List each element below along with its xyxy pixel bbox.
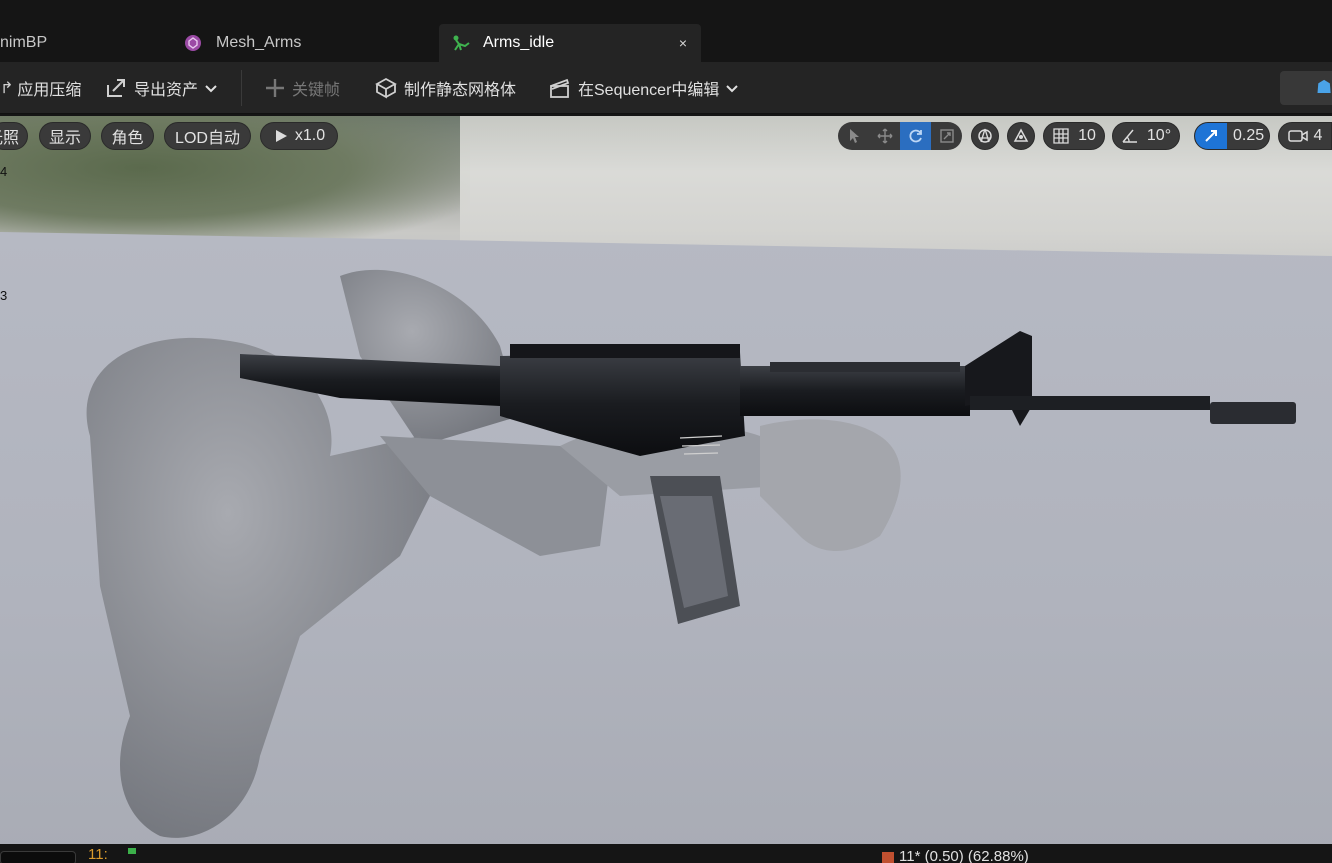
export-icon xyxy=(107,79,125,97)
lighting-label: 光照 xyxy=(0,130,19,147)
keyframe-button[interactable]: 关键帧 xyxy=(264,62,340,114)
select-tool-icon[interactable] xyxy=(838,122,869,150)
lod-label: LOD自动 xyxy=(175,130,240,147)
show-label: 显示 xyxy=(48,130,81,147)
world-space-icon xyxy=(978,128,992,143)
plus-icon xyxy=(266,79,284,97)
make-static-mesh-label: 制作静态网格体 xyxy=(404,82,517,99)
animation-sequence-icon xyxy=(451,34,470,52)
playhead-marker-icon[interactable] xyxy=(882,852,894,863)
skeleton-icon: ☗ xyxy=(1316,77,1332,97)
scale-snap-value: 0.25 xyxy=(1233,127,1265,144)
tab-arms-idle[interactable]: Arms_idle × xyxy=(439,24,701,62)
scale-snap-button[interactable]: 0.25 xyxy=(1194,122,1270,150)
surface-snap-button[interactable] xyxy=(1007,122,1035,150)
viewport-side-label: 4 xyxy=(0,164,8,179)
static-mesh-icon xyxy=(375,77,397,99)
persona-switch-button[interactable]: ☗ xyxy=(1280,71,1332,105)
surface-snap-icon xyxy=(1013,128,1029,142)
timeline-start-marker-icon xyxy=(128,848,136,854)
grid-icon xyxy=(1053,128,1069,144)
viewport-side-label: 3 xyxy=(0,288,8,303)
tab-label: Arms_idle xyxy=(483,34,555,51)
camera-speed-value: 4 xyxy=(1313,127,1323,144)
skeletal-mesh-icon xyxy=(184,34,202,52)
sequencer-clapper-icon xyxy=(550,78,570,98)
angle-icon xyxy=(1122,129,1137,143)
keyframe-label: 关键帧 xyxy=(292,82,341,99)
coordinate-space-button[interactable] xyxy=(971,122,999,150)
timeline-marker: 11: xyxy=(88,846,108,863)
close-icon[interactable]: × xyxy=(679,35,687,51)
chevron-down-icon xyxy=(726,85,739,93)
lod-menu-button[interactable]: LOD自动 xyxy=(164,122,251,150)
rotation-snap-value: 10° xyxy=(1146,127,1172,144)
tab-mesh-arms[interactable]: Mesh_Arms xyxy=(170,24,438,62)
toolbar-separator xyxy=(241,70,242,106)
playback-speed-value: x1.0 xyxy=(294,127,326,144)
timeline-field[interactable] xyxy=(0,851,76,863)
chevron-down-icon xyxy=(205,85,217,93)
apply-compression-label: 应用压缩 xyxy=(17,82,82,99)
show-menu-button[interactable]: 显示 xyxy=(39,122,91,150)
scale-tool-icon[interactable] xyxy=(931,122,962,150)
grid-snap-button[interactable]: 10 xyxy=(1043,122,1105,150)
translate-tool-icon[interactable] xyxy=(869,122,900,150)
grid-snap-value: 10 xyxy=(1078,127,1096,144)
export-asset-label: 导出资产 xyxy=(134,82,199,99)
lighting-menu-button[interactable]: 光照 xyxy=(0,122,28,150)
asset-toolbar: ↱ 应用压缩 导出资产 关键帧 制作静态网格体 在Sequencer中编辑 ☗ xyxy=(0,62,1332,114)
rotate-tool-icon[interactable] xyxy=(900,122,931,150)
timeline-bar: 11: 11* (0.50) (62.88%) xyxy=(0,844,1332,863)
edit-in-sequencer-button[interactable]: 在Sequencer中编辑 xyxy=(548,62,745,114)
arms-rifle-preview-image xyxy=(86,269,1296,838)
character-label: 角色 xyxy=(111,130,144,147)
camera-icon xyxy=(1287,130,1308,142)
export-asset-button[interactable]: 导出资产 xyxy=(104,62,224,114)
frame-readout: 11* (0.50) (62.88%) xyxy=(899,848,1029,863)
transform-tool-group xyxy=(838,122,962,150)
edit-in-sequencer-label: 在Sequencer中编辑 xyxy=(578,82,720,99)
rotation-snap-button[interactable]: 10° xyxy=(1112,122,1180,150)
scale-snap-icon xyxy=(1195,123,1227,149)
tab-label: nimBP xyxy=(0,34,48,51)
tab-strip: nimBP Mesh_Arms Arms_idle × xyxy=(0,0,1332,62)
apply-compression-button[interactable]: ↱ 应用压缩 xyxy=(0,62,81,114)
play-icon xyxy=(275,130,287,142)
make-static-mesh-button[interactable]: 制作静态网格体 xyxy=(374,62,516,114)
tab-label: Mesh_Arms xyxy=(216,34,302,51)
tab-animbp[interactable]: nimBP xyxy=(0,24,170,62)
animation-viewport[interactable]: 光照 显示 角色 LOD自动 x1.0 10 10 xyxy=(0,116,1332,844)
character-menu-button[interactable]: 角色 xyxy=(101,122,154,150)
camera-speed-button[interactable]: 4 xyxy=(1278,122,1332,150)
playback-speed-button[interactable]: x1.0 xyxy=(260,122,338,150)
compress-icon: ↱ xyxy=(0,80,14,97)
